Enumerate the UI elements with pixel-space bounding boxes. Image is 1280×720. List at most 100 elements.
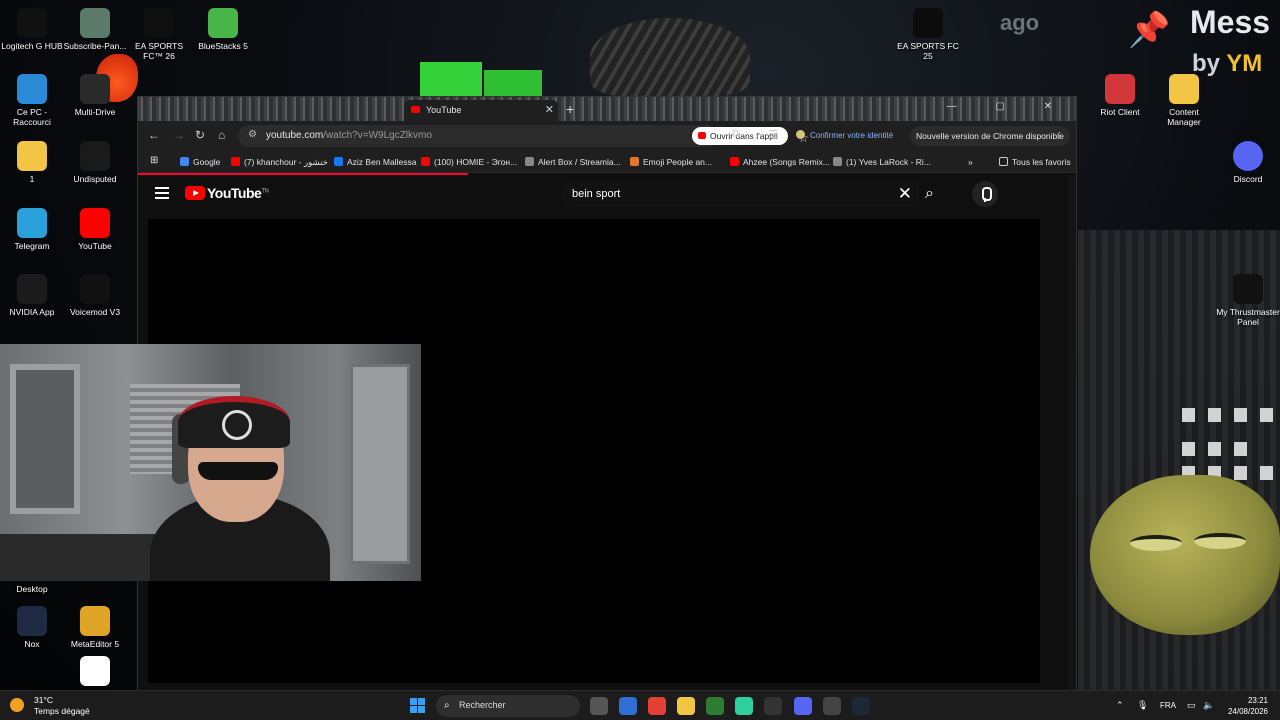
close-tab-icon[interactable]: ✕ [545, 103, 554, 116]
hamburger-menu-icon[interactable] [155, 187, 169, 202]
clear-search-icon[interactable]: ✕ [898, 184, 912, 204]
window-controls[interactable]: — ▢ ✕ [947, 101, 1070, 112]
wallpaper-green-block [420, 62, 482, 96]
taskbar-epic-games-icon[interactable] [764, 697, 782, 715]
bookmark-label: Aziz Ben Mallessa [347, 157, 417, 167]
desktop-icon-label: MetaEditor 5 [70, 639, 120, 649]
back-icon[interactable]: ← [148, 128, 160, 142]
bookmark-item[interactable]: (100) HOMIE - Эгон... [421, 157, 517, 167]
desktop-icon[interactable]: Nox [0, 606, 64, 649]
bookmark-item[interactable]: Aziz Ben Mallessa [334, 157, 416, 167]
tab-title: YouTube [426, 105, 462, 115]
folder-icon [999, 157, 1008, 166]
taskbar-metatrader-icon[interactable] [706, 697, 724, 715]
confirm-identity-button[interactable]: Confirmer votre identité [796, 130, 893, 140]
desktop-icon-label: Desktop [16, 584, 48, 594]
bookmark-item[interactable]: Emoji People an... [630, 157, 712, 167]
desktop-icon[interactable]: 1 [0, 141, 64, 184]
taskbar-file-explorer-icon[interactable] [677, 697, 695, 715]
all-bookmarks-label: Tous les favoris [1012, 157, 1071, 167]
desktop-icon[interactable]: BlueStacks 5 [191, 8, 255, 51]
desktop-icon[interactable]: YouTube [63, 208, 127, 251]
desktop-icon[interactable]: Logitech G HUB [0, 8, 64, 51]
bookmark-item[interactable]: Google [180, 157, 220, 167]
desktop-icon-label: Nox [24, 639, 40, 649]
reading-list-icon[interactable]: ☰ [768, 128, 778, 141]
taskbar-search[interactable]: ⌕ Rechercher [436, 695, 580, 717]
webcam-overlay [0, 344, 421, 581]
taskbar-obs-icon[interactable] [823, 697, 841, 715]
taskbar-bluestacks-icon[interactable] [735, 697, 753, 715]
language-indicator[interactable]: FRA [1160, 701, 1176, 710]
desktop-icon-label: YouTube [78, 241, 112, 251]
youtube-logo[interactable]: YouTubeTN [185, 185, 269, 203]
folder-icon [17, 141, 47, 171]
kebab-menu-icon[interactable]: ⋮ [1056, 130, 1065, 141]
content-manager-icon [1169, 74, 1199, 104]
start-button[interactable] [410, 698, 426, 714]
extensions-icon[interactable]: ⧉ [732, 128, 740, 141]
taskbar-steam-icon[interactable] [852, 697, 870, 715]
desktop-icon[interactable]: EA SPORTS FC 25 [896, 8, 960, 61]
microphone-icon[interactable] [972, 181, 998, 207]
browser-toolbar: ← → ↻ ⌂ ⚙ youtube.com/watch?v=W9LgcZlkvm… [138, 121, 1076, 151]
forward-icon[interactable]: → [173, 128, 185, 142]
desktop-icon[interactable]: Multi-Drive [63, 74, 127, 117]
all-bookmarks-folder[interactable]: Tous les favoris [999, 157, 1071, 167]
home-icon[interactable]: ⌂ [218, 128, 225, 142]
search-icon[interactable]: ⌕ [925, 185, 934, 203]
taskbar-copilot-icon[interactable] [619, 697, 637, 715]
desktop-icon[interactable]: Riot Client [1088, 74, 1152, 117]
desktop-icon[interactable]: Undisputed [63, 141, 127, 184]
wallpaper-text: YM [1226, 50, 1263, 77]
bookmark-item[interactable]: Alert Box / Streamla... [525, 157, 621, 167]
desktop-icon[interactable]: Ce PC - Raccourci [0, 74, 64, 127]
tab-youtube[interactable]: YouTube ✕ [404, 100, 558, 121]
taskbar-search-placeholder: Rechercher [459, 700, 506, 710]
taskbar-task-view-icon[interactable] [590, 697, 608, 715]
taskbar-discord-icon[interactable] [794, 697, 812, 715]
bookmark-item[interactable]: Ahzee (Songs Remix... [730, 157, 830, 167]
clock[interactable]: 23:21 24/08/2026 [1226, 695, 1268, 717]
desktop-icon[interactable]: Content Manager [1152, 74, 1216, 127]
webcam-sunglasses [198, 462, 278, 480]
more-bookmarks-button[interactable]: » [968, 157, 973, 167]
bookmark-favicon-icon [730, 157, 739, 166]
desktop-icon-label: EA SPORTS FC™ 26 [134, 41, 184, 61]
chrome-update-button[interactable]: Nouvelle version de Chrome disponible ⋮ [910, 126, 1070, 146]
webcam-window-frame [10, 364, 80, 514]
bookmark-item[interactable]: (1) Yves LaRock - Ri... [833, 157, 931, 167]
network-icon[interactable]: ▭ [1187, 700, 1196, 711]
taskbar-chrome-icon[interactable] [648, 697, 666, 715]
desktop-icon-label: Logitech G HUB [1, 41, 63, 51]
desktop-icon[interactable]: EA SPORTS FC™ 26 [127, 8, 191, 61]
desktop-icon[interactable]: Subscribe-Pan... [63, 8, 127, 51]
webcam-floor [0, 534, 160, 581]
tray-chevron-icon[interactable]: ⌃ [1116, 700, 1124, 711]
desktop-icon-label: My Thrustmaster Panel [1216, 307, 1280, 327]
desktop-icon[interactable]: Telegram [0, 208, 64, 251]
apps-grid-icon[interactable]: ⊞ [150, 155, 158, 166]
scrollbar[interactable] [1068, 175, 1076, 691]
desktop-icon[interactable]: MetaEditor 5 [63, 606, 127, 649]
bookmark-favicon-icon [180, 157, 189, 166]
desktop-icon[interactable]: Discord [1216, 141, 1280, 184]
wallpaper-text: Mess [1190, 4, 1271, 40]
desktop-icon[interactable]: NVIDIA App [0, 274, 64, 317]
desktop-icon[interactable]: My Thrustmaster Panel [1216, 274, 1280, 327]
telegram-icon [17, 208, 47, 238]
url-host: youtube.com [266, 130, 324, 141]
new-tab-button[interactable]: + [566, 101, 574, 117]
reload-icon[interactable]: ↻ [195, 128, 205, 142]
site-info-icon[interactable]: ⚙ [248, 129, 257, 140]
volume-icon[interactable]: 🔈 [1203, 700, 1214, 711]
wallpaper-character-hair [590, 18, 750, 96]
bookmark-item[interactable]: (7) khanchour - خنشور [231, 157, 328, 168]
microphone-tray-icon[interactable]: 🎙 [1137, 700, 1148, 711]
address-bar[interactable]: ⚙ youtube.com/watch?v=W9LgcZlkvmo Ouvrir… [238, 125, 809, 147]
youtube-search-input[interactable]: bein sport ✕ [561, 181, 919, 207]
nvidia-icon [17, 274, 47, 304]
webcam-door [350, 364, 410, 564]
desktop-icon[interactable]: Voicemod V3 [63, 274, 127, 317]
weather-desc: Temps dégagé [34, 706, 90, 716]
